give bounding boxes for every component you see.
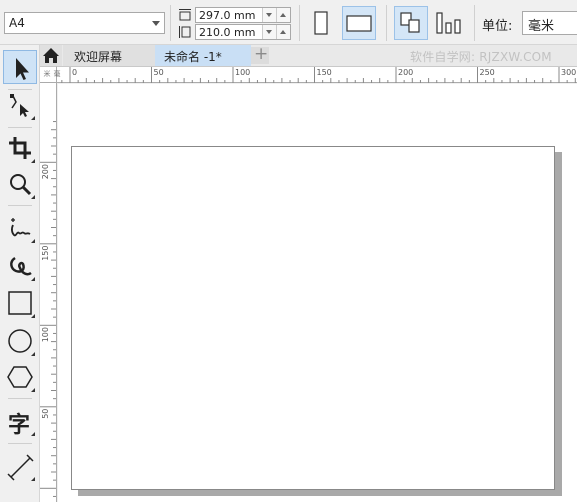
- ruler-h-tick-label: 200: [398, 68, 413, 77]
- artistic-media-tool[interactable]: [3, 249, 37, 283]
- unit-label: 单位:: [482, 19, 513, 34]
- toolbox: 字: [0, 45, 40, 502]
- separator: [386, 5, 387, 41]
- ruler-h-tick-label: 50: [154, 68, 164, 77]
- width-decrement-button[interactable]: [262, 8, 276, 22]
- ruler-unit-label: 毫米: [43, 70, 61, 77]
- page-height-value: 210.0 mm: [199, 26, 256, 39]
- unit-dropdown[interactable]: 毫米: [522, 11, 577, 35]
- height-decrement-button[interactable]: [262, 25, 276, 39]
- chevron-down-icon: [152, 21, 160, 26]
- paper-size-value: A4: [9, 16, 25, 30]
- all-pages-icon: [400, 12, 420, 33]
- ruler-v-tick-label: 150: [41, 246, 50, 261]
- separator: [170, 5, 171, 41]
- ruler-origin[interactable]: 毫米: [40, 66, 61, 83]
- pointer-icon: [16, 58, 29, 80]
- all-pages-button[interactable]: [394, 6, 428, 40]
- page-width-icon: [179, 9, 191, 21]
- tab-document-label: 未命名 -1*: [164, 50, 222, 64]
- landscape-icon: [346, 15, 372, 32]
- text-tool-glyph: 字: [8, 413, 31, 438]
- ruler-v-tick-label: 200: [41, 164, 50, 179]
- page-height-icon: [179, 26, 191, 38]
- vertical-ruler-scale: 200 150 100 50: [40, 121, 56, 497]
- ruler-v-tick-label: 100: [41, 327, 50, 342]
- separator: [299, 5, 300, 41]
- ellipse-tool[interactable]: [3, 324, 37, 358]
- new-document-button[interactable]: +: [251, 44, 269, 64]
- ruler-h-tick-label: 0: [72, 68, 77, 77]
- page-width-row: 297.0 mm: [178, 7, 294, 23]
- polygon-tool[interactable]: [3, 360, 37, 394]
- unit-value: 毫米: [528, 19, 555, 34]
- home-tab[interactable]: [40, 45, 62, 66]
- horizontal-ruler[interactable]: 0 50 100 150 200 250 300: [40, 66, 577, 83]
- current-page-button[interactable]: [431, 6, 465, 40]
- pick-tool[interactable]: [3, 50, 37, 84]
- paper-size-dropdown[interactable]: A4: [4, 12, 165, 34]
- watermark: 软件自学网: RJZXW.COM: [410, 50, 552, 64]
- ruler-h-tick-label: 250: [480, 68, 495, 77]
- zoom-tool[interactable]: [3, 167, 37, 201]
- page-height-input[interactable]: 210.0 mm: [195, 24, 291, 40]
- property-bar: A4 297.0 mm 210.0 mm 单位: 毫米: [0, 0, 577, 45]
- text-tool[interactable]: 字: [3, 404, 37, 438]
- home-icon: [43, 48, 59, 63]
- page-width-input[interactable]: 297.0 mm: [195, 7, 291, 23]
- portrait-button[interactable]: [304, 6, 338, 40]
- page-height-row: 210.0 mm: [178, 24, 294, 40]
- ruler-h-tick-label: 150: [317, 68, 332, 77]
- horizontal-ruler-scale: 0 50 100 150 200 250 300: [61, 67, 576, 83]
- portrait-icon: [314, 11, 328, 35]
- vertical-ruler[interactable]: 200 150 100 50: [40, 83, 57, 502]
- landscape-button[interactable]: [342, 6, 376, 40]
- plus-icon: +: [254, 44, 269, 64]
- separator: [474, 5, 475, 41]
- page-width-value: 297.0 mm: [199, 9, 256, 22]
- dimension-tool[interactable]: [3, 449, 37, 483]
- document-page[interactable]: [71, 146, 555, 490]
- shape-tool[interactable]: [3, 88, 37, 122]
- width-increment-button[interactable]: [276, 8, 290, 22]
- ruler-v-tick-label: 50: [41, 409, 50, 419]
- tab-welcome-label: 欢迎屏幕: [74, 50, 123, 64]
- tab-untitled-document[interactable]: 未命名 -1*: [155, 45, 251, 66]
- current-page-icon: [436, 12, 461, 34]
- freehand-tool[interactable]: [3, 211, 37, 245]
- rectangle-tool[interactable]: [3, 286, 37, 320]
- ruler-h-tick-label: 100: [235, 68, 250, 77]
- crop-tool[interactable]: [3, 131, 37, 165]
- height-increment-button[interactable]: [276, 25, 290, 39]
- document-tab-bar: 欢迎屏幕 未命名 -1* + 软件自学网: RJZXW.COM: [40, 44, 577, 66]
- ruler-h-tick-label: 300: [561, 68, 576, 77]
